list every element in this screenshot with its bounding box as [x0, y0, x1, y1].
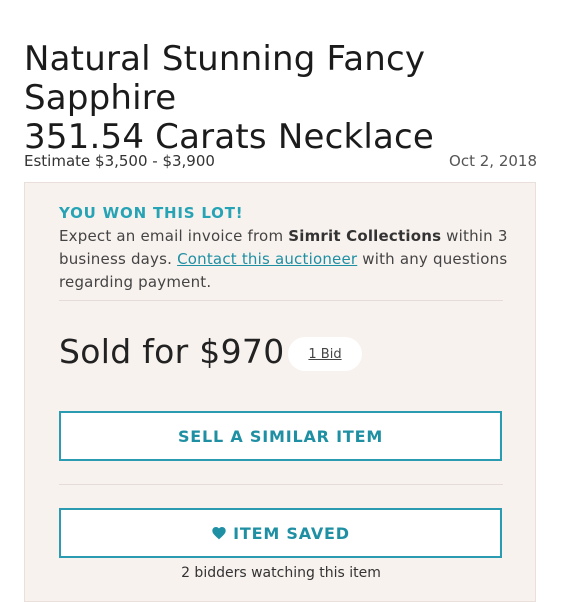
seller-name: Simrit Collections: [288, 227, 442, 245]
item-saved-label: ITEM SAVED: [233, 523, 350, 543]
lot-title-line2: 351.54 Carats Necklace: [24, 117, 435, 157]
won-heading: YOU WON THIS LOT!: [59, 204, 244, 222]
divider: [59, 484, 503, 485]
lot-meta: Estimate $3,500 - $3,900 Oct 2, 2018: [24, 152, 537, 170]
contact-auctioneer-link[interactable]: Contact this auctioneer: [177, 250, 357, 268]
bid-count-button[interactable]: 1 Bid: [288, 337, 362, 371]
sold-price: Sold for $970: [59, 332, 285, 371]
lot-title-line1: Natural Stunning Fancy Sapphire: [24, 39, 426, 118]
won-text-prefix: Expect an email invoice from: [59, 227, 289, 245]
lot-title: Natural Stunning Fancy Sapphire 351.54 C…: [24, 40, 564, 157]
watchers-count: 2 bidders watching this item: [181, 565, 381, 581]
sell-similar-label: SELL A SIMILAR ITEM: [177, 426, 384, 446]
bid-status-panel: YOU WON THIS LOT! Expect an email invoic…: [24, 182, 536, 602]
estimate-text: Estimate $3,500 - $3,900: [24, 152, 215, 170]
heart-icon: [211, 525, 227, 541]
sell-similar-button[interactable]: SELL A SIMILAR ITEM: [59, 411, 502, 461]
won-message: Expect an email invoice from Simrit Coll…: [59, 225, 509, 294]
lot-date: Oct 2, 2018: [449, 152, 537, 170]
item-saved-button[interactable]: ITEM SAVED: [59, 508, 502, 558]
divider: [59, 300, 503, 301]
